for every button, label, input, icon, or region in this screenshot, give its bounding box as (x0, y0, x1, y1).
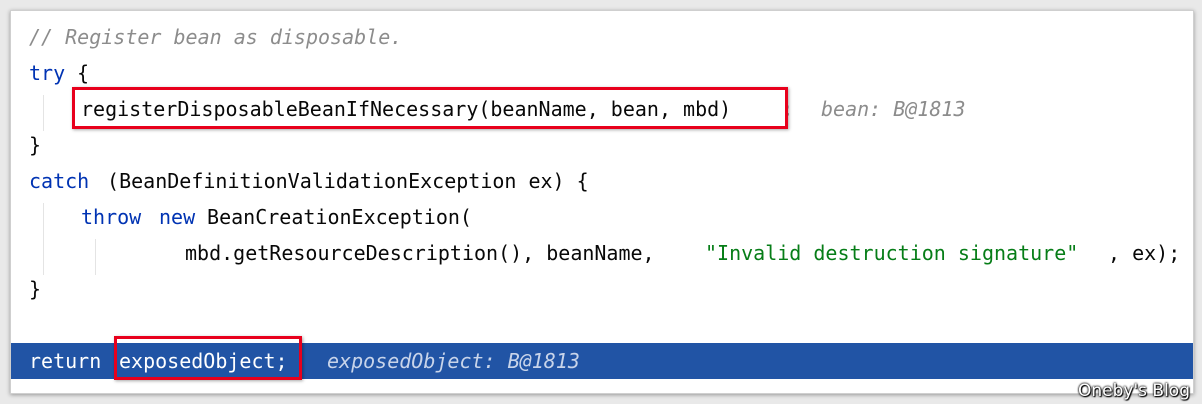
code-editor-frame: // Register bean as disposable. try { re… (10, 10, 1194, 394)
code-line-2: try { (11, 55, 1193, 91)
code-line-4: } (11, 127, 1193, 163)
keyword-return: return (29, 349, 102, 373)
code-editor[interactable]: // Register bean as disposable. try { re… (11, 11, 1193, 393)
keyword-throw: throw (81, 205, 142, 229)
argument-tail: , ex); (1108, 241, 1181, 265)
keyword-catch: catch (29, 169, 90, 193)
code-line-6: throw new BeanCreationException( (11, 199, 1193, 235)
brace-close: } (29, 133, 42, 157)
code-line-10: return exposedObject; exposedObject: B@1… (11, 343, 1193, 379)
code-line-8: } (11, 271, 1193, 307)
semicolon: ; (781, 97, 794, 121)
watermark-text: Oneby's Blog (1078, 381, 1190, 401)
code-line-7: mbd.getResourceDescription(), beanName, … (11, 235, 1193, 271)
argument-list: mbd.getResourceDescription(), beanName, (185, 241, 667, 265)
code-line-1: // Register bean as disposable. (11, 19, 1193, 55)
code-line-3: registerDisposableBeanIfNecessary(beanNa… (11, 91, 1193, 127)
return-variable: exposedObject; (119, 349, 288, 373)
keyword-try: try (29, 61, 66, 85)
string-literal: "Invalid destruction signature" (705, 241, 1079, 265)
exception-constructor: BeanCreationException( (195, 205, 472, 229)
catch-clause: (BeanDefinitionValidationException ex) { (95, 169, 589, 193)
debug-inline-hint: exposedObject: B@1813 (327, 349, 580, 373)
debug-inline-hint: bean: B@1813 (821, 97, 966, 121)
method-call: registerDisposableBeanIfNecessary(beanNa… (81, 97, 732, 121)
brace-open: { (65, 61, 90, 85)
keyword-new: new (159, 205, 196, 229)
execution-point-line: return exposedObject; exposedObject: B@1… (11, 343, 1193, 379)
brace-close: } (29, 277, 42, 301)
comment-text: // Register bean as disposable. (29, 25, 403, 49)
code-line-5: catch (BeanDefinitionValidationException… (11, 163, 1193, 199)
